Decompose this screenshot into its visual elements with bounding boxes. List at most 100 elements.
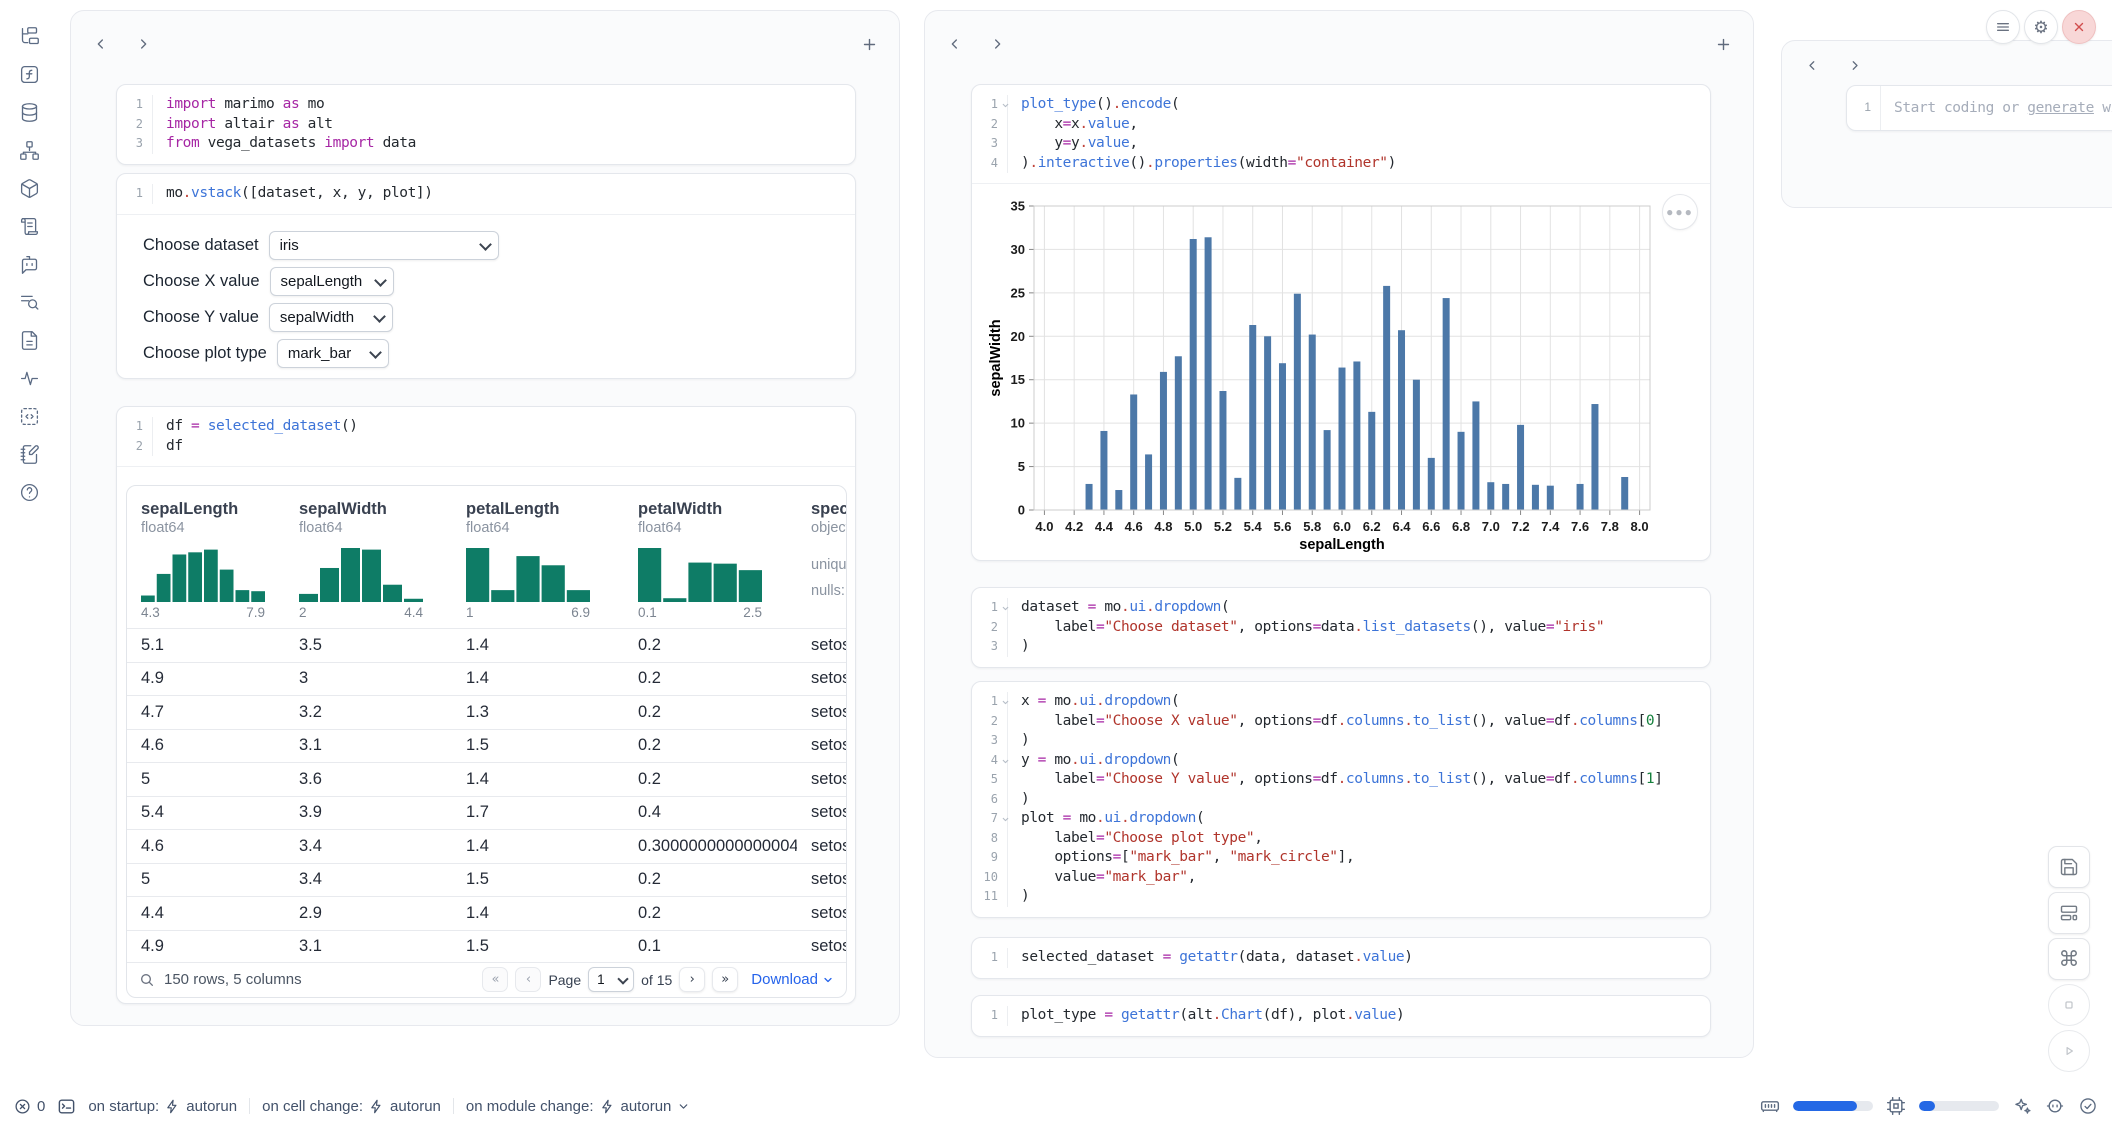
errors-button[interactable]: 0 (14, 1098, 45, 1115)
svg-text:4.0: 4.0 (1035, 519, 1053, 534)
choose-plot-type-select[interactable]: mark_bar (277, 339, 389, 368)
package-icon[interactable] (17, 176, 42, 201)
download-button[interactable]: Download (751, 971, 834, 988)
cell-code-editor[interactable]: 1df = selected_dataset()2df (117, 407, 855, 466)
scratchpad-icon[interactable] (17, 442, 42, 467)
cell-code-editor[interactable]: 1plot_type().encode(2 x=x.value,3 y=y.va… (972, 85, 1710, 183)
stop-icon (2060, 996, 2078, 1014)
file-tree-icon[interactable] (17, 24, 42, 49)
table-cell: setosa (797, 803, 846, 822)
save-button[interactable] (2048, 846, 2090, 888)
generate-link[interactable]: generate (2027, 100, 2094, 116)
snippets-icon[interactable] (17, 404, 42, 429)
table-column-header[interactable]: petalWidthfloat640.12.5 (624, 500, 797, 628)
scratchpad-prev-button[interactable] (1798, 51, 1826, 79)
chart-menu-button[interactable]: ●●● (1662, 194, 1698, 230)
table-cell: 1.4 (452, 837, 624, 856)
next-page-button[interactable]: › (679, 967, 705, 992)
svg-text:4.8: 4.8 (1154, 519, 1172, 534)
svg-text:0: 0 (1018, 503, 1025, 518)
cell-code-editor[interactable]: 1dataset = mo.ui.dropdown(2 label="Choos… (972, 588, 1710, 667)
connection-status-button[interactable] (2078, 1096, 2098, 1116)
choose-x-select[interactable]: sepalLength (270, 267, 394, 296)
last-page-button[interactable]: » (712, 967, 738, 992)
choose-y-select[interactable]: sepalWidth (269, 303, 393, 332)
runtime-config-0[interactable]: on startup:autorun (88, 1098, 237, 1115)
chevron-left-icon (1805, 58, 1820, 73)
table-column-header[interactable]: sepalWidthfloat6424.4 (285, 500, 452, 628)
database-icon[interactable] (17, 100, 42, 125)
line-number: 1 (117, 95, 153, 115)
add-column-button[interactable] (1709, 30, 1737, 58)
table-row[interactable]: 53.61.40.2setosa (127, 762, 846, 796)
page-select[interactable]: 1 (588, 967, 634, 992)
assistant-button[interactable] (2045, 1096, 2065, 1116)
layout-button[interactable] (2048, 892, 2090, 934)
cell-code-editor[interactable]: 1selected_dataset = getattr(data, datase… (972, 938, 1710, 978)
table-row[interactable]: 53.41.50.2setosa (127, 863, 846, 897)
cell-vstack: 1mo.vstack([dataset, x, y, plot]) Choose… (116, 173, 856, 379)
column-next-button[interactable] (129, 30, 157, 58)
runtime-config-1[interactable]: on cell change:autorun (262, 1098, 441, 1115)
activity-icon[interactable] (17, 366, 42, 391)
scratchpad-next-button[interactable] (1840, 51, 1868, 79)
table-row[interactable]: 4.73.21.30.2setosa (127, 695, 846, 729)
table-row[interactable]: 4.42.91.40.2setosa (127, 896, 846, 930)
column-1-nav (71, 11, 899, 65)
script-icon[interactable] (17, 214, 42, 239)
stop-button[interactable] (2048, 984, 2090, 1026)
scratchpad-cell[interactable]: 1 Start coding or generate with AI (1846, 85, 2112, 131)
dependency-graph-icon[interactable] (17, 138, 42, 163)
cell-code-editor[interactable]: 1import marimo as mo2import altair as al… (117, 85, 855, 164)
table-column-header[interactable]: sepalLengthfloat644.37.9 (127, 500, 285, 628)
table-row[interactable]: 4.93.11.50.1setosa (127, 930, 846, 964)
chatbot-icon[interactable] (17, 252, 42, 277)
table-column-header[interactable]: petalLengthfloat6416.9 (452, 500, 624, 628)
choose-dataset-select[interactable]: iris (269, 231, 499, 260)
cell-code-editor[interactable]: 1mo.vstack([dataset, x, y, plot]) (117, 174, 855, 214)
menu-button[interactable] (1986, 10, 2020, 44)
ai-features-button[interactable] (2012, 1096, 2032, 1116)
altair-bar-chart[interactable]: 4.04.24.44.64.85.05.25.45.65.86.06.26.46… (986, 196, 1710, 556)
table-cell: 1.5 (452, 870, 624, 889)
keyboard-shortcuts-button[interactable]: ⌘ (2048, 938, 2090, 980)
cell-code-editor[interactable]: 1plot_type = getattr(alt.Chart(df), plot… (972, 996, 1710, 1036)
column-next-button[interactable] (983, 30, 1011, 58)
column-prev-button[interactable] (941, 30, 969, 58)
terminal-button[interactable] (57, 1097, 76, 1116)
table-row[interactable]: 5.43.91.70.4setosa (127, 796, 846, 830)
close-scratchpad-button[interactable] (2062, 10, 2096, 44)
runtime-config-2[interactable]: on module change:autorun (466, 1098, 690, 1115)
trace-search-icon[interactable] (17, 290, 42, 315)
run-button[interactable] (2048, 1030, 2090, 1072)
code-line: 3) (972, 731, 1710, 751)
table-row[interactable]: 5.13.51.40.2setosa (127, 628, 846, 662)
error-count: 0 (37, 1098, 45, 1115)
table-row[interactable]: 4.931.40.2setosa (127, 662, 846, 696)
layout-icon (2059, 903, 2079, 923)
help-icon[interactable] (17, 480, 42, 505)
table-column-header[interactable]: speciesobjectunique:nulls: (797, 500, 846, 628)
svg-text:5.4: 5.4 (1244, 519, 1263, 534)
cell-code-editor[interactable]: 1x = mo.ui.dropdown(2 label="Choose X va… (972, 682, 1710, 917)
svg-text:10: 10 (1011, 416, 1025, 431)
line-number: 2 (972, 115, 1008, 135)
runtime-config-value: autorun (621, 1098, 672, 1115)
settings-button[interactable]: ⚙ (2024, 10, 2058, 44)
document-icon[interactable] (17, 328, 42, 353)
prev-page-button[interactable]: ‹ (515, 967, 541, 992)
search-icon[interactable] (139, 972, 155, 988)
table-row[interactable]: 4.63.11.50.2setosa (127, 729, 846, 763)
add-column-button[interactable] (855, 30, 883, 58)
cell-plot: 1plot_type().encode(2 x=x.value,3 y=y.va… (971, 84, 1711, 561)
table-row[interactable]: 4.63.41.40.3000000000000004setosa (127, 829, 846, 863)
table-cell: 0.2 (624, 904, 797, 923)
table-cell: 3.4 (285, 837, 452, 856)
column-prev-button[interactable] (87, 30, 115, 58)
first-page-button[interactable]: « (482, 967, 508, 992)
function-icon[interactable] (17, 62, 42, 87)
svg-text:8.0: 8.0 (1631, 519, 1649, 534)
table-cell: 1.5 (452, 736, 624, 755)
table-cell: 3.5 (285, 636, 452, 655)
table-cell: 4.4 (127, 904, 285, 923)
